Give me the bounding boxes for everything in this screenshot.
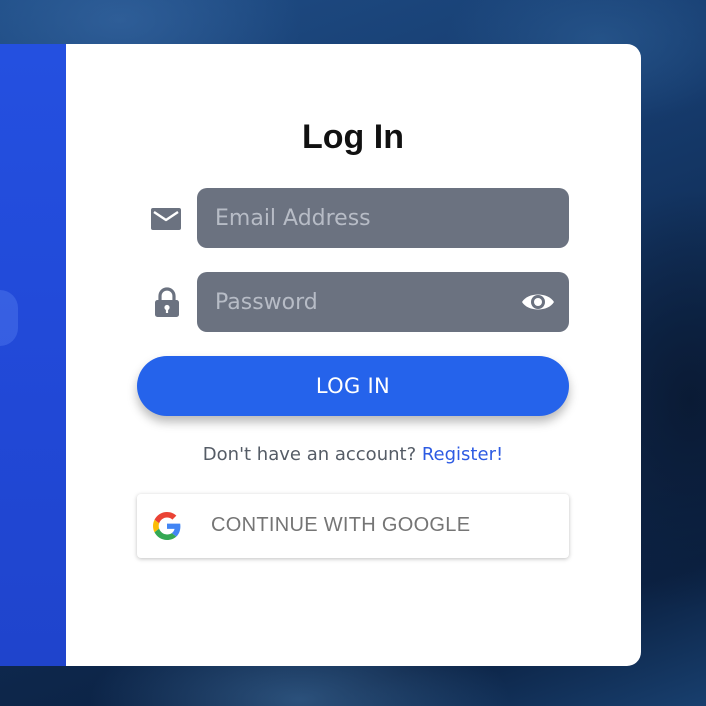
page-title: Log In (302, 118, 404, 156)
register-prompt: Don't have an account? (202, 444, 417, 465)
side-panel-graphic (0, 290, 18, 346)
google-button-label: CONTINUE WITH GOOGLE (211, 514, 471, 536)
register-prompt-line: Don't have an account? Register! (0, 444, 706, 465)
login-button[interactable]: LOG IN (137, 356, 569, 416)
envelope-icon (151, 208, 181, 230)
eye-icon[interactable] (520, 286, 556, 318)
google-signin-button[interactable]: CONTINUE WITH GOOGLE (137, 494, 569, 558)
lock-icon (155, 287, 179, 317)
register-link[interactable]: Register! (422, 444, 503, 465)
google-logo-icon (153, 512, 181, 540)
password-field[interactable] (197, 272, 569, 332)
email-field[interactable] (197, 188, 569, 248)
